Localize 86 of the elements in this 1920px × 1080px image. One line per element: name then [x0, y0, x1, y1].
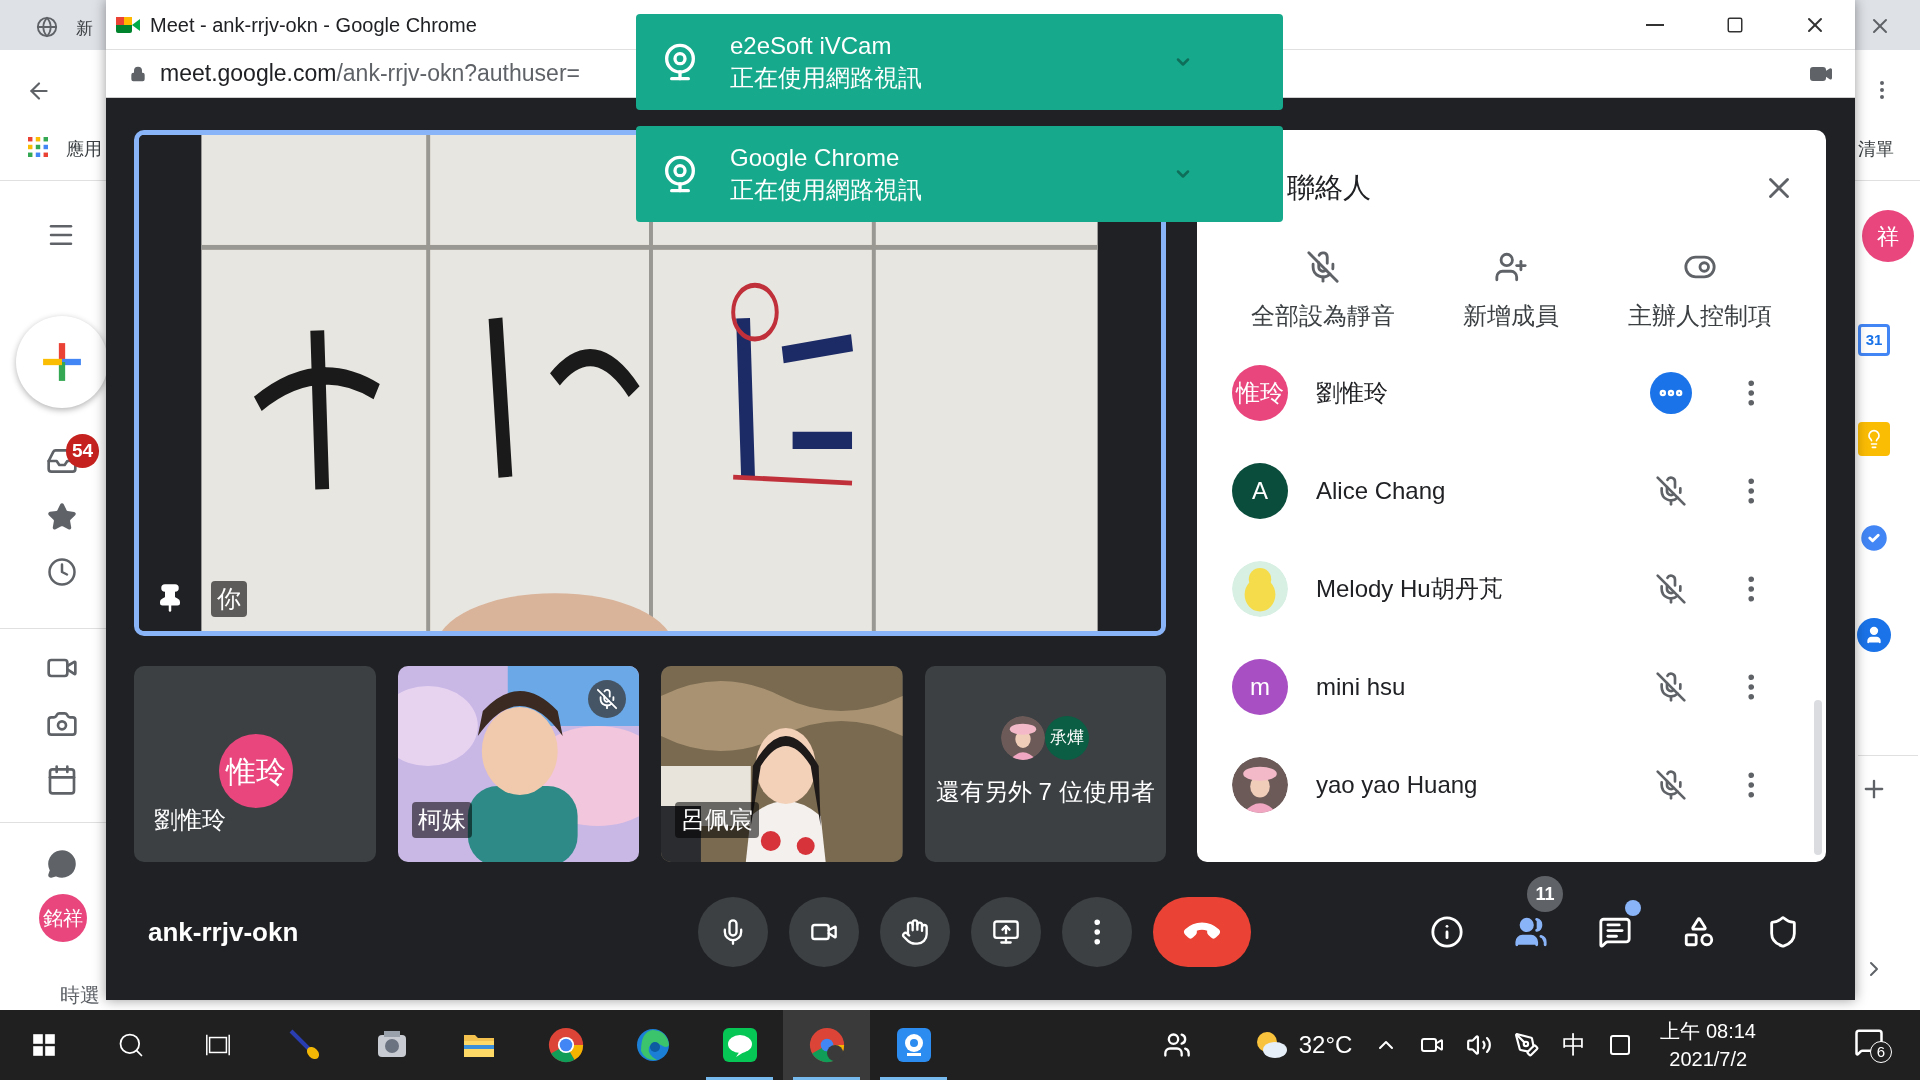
more-options-icon[interactable]	[1747, 674, 1755, 700]
people-icon[interactable]	[1162, 1031, 1191, 1059]
more-options-icon[interactable]	[1747, 380, 1755, 406]
participant-name: 柯妹	[411, 802, 472, 838]
apps-grid-icon[interactable]	[28, 137, 48, 157]
date: 2021/7/2	[1669, 1047, 1748, 1072]
minimize-icon	[1646, 23, 1664, 26]
participant-row[interactable]: m mini hsu	[1197, 638, 1826, 736]
input-method[interactable]: 中	[1562, 1027, 1587, 1063]
meet-logo-icon	[116, 14, 140, 35]
add-person-icon	[1494, 250, 1529, 284]
panel-action-button[interactable]: 全部設為靜音	[1243, 244, 1404, 340]
calendar-icon[interactable]: 31	[1858, 324, 1890, 356]
participant-tile[interactable]: 柯妹	[397, 666, 639, 862]
notification-title: e2eSoft iVCam	[730, 31, 893, 61]
compose-button[interactable]	[16, 316, 108, 408]
avatar: m	[1232, 659, 1288, 715]
pen-icon[interactable]	[1514, 1032, 1541, 1058]
time: 上午 08:14	[1660, 1019, 1756, 1044]
more-options-icon[interactable]	[1747, 772, 1755, 798]
chat-bubble-icon[interactable]	[47, 849, 77, 879]
participant-name: Melody Hu胡丹芃	[1316, 574, 1503, 604]
globe-icon	[36, 16, 58, 38]
clock-icon[interactable]	[47, 557, 77, 587]
avatar: 承燁	[1045, 716, 1090, 760]
participant-tile[interactable]: 承燁 還有另外 7 位使用者	[924, 666, 1166, 862]
notification-count: 6	[1870, 1041, 1892, 1063]
panel-action-button[interactable]: 主辦人控制項	[1619, 244, 1780, 340]
participant-row[interactable]: 惟玲 劉惟玲	[1197, 344, 1826, 442]
participant-name: mini hsu	[1316, 672, 1406, 702]
chat-app-icon[interactable]	[721, 1027, 758, 1063]
calendar-icon[interactable]	[46, 764, 78, 796]
panel-action-button[interactable]: 新增成員	[1455, 244, 1568, 340]
address-field[interactable]: meet.google.com/ank-rrjv-okn?authuser=	[160, 56, 580, 91]
window-title: Meet - ank-rrjv-okn - Google Chrome	[150, 12, 477, 38]
browser-icon[interactable]	[547, 1027, 584, 1063]
meeting-code: ank-rrjv-okn	[148, 916, 299, 947]
avatar: A	[1232, 463, 1288, 519]
user-avatar[interactable]: 銘祥	[39, 894, 87, 942]
participant-name: 劉惟玲	[153, 805, 227, 835]
participant-tile[interactable]: 惟玲 劉惟玲	[134, 666, 376, 862]
more-options-icon[interactable]	[1747, 478, 1755, 504]
scrollbar[interactable]	[1814, 700, 1822, 855]
more-icon	[1093, 919, 1101, 945]
temperature[interactable]: 32°C	[1298, 1027, 1353, 1063]
chat-icon	[1598, 915, 1632, 949]
star-icon[interactable]	[47, 502, 77, 532]
shapes-icon	[1682, 915, 1716, 949]
notification-message: 正在使用網路視訊	[730, 175, 922, 205]
participant-row[interactable]: yao yao Huang	[1197, 736, 1826, 834]
panel-title: 聯絡人	[1287, 171, 1371, 205]
bookmark-link[interactable]: 應用	[66, 136, 102, 163]
notification-title: Google Chrome	[730, 143, 901, 173]
participant-row[interactable]: Melody Hu胡丹芃	[1197, 540, 1826, 638]
present-screen-icon	[992, 918, 1020, 946]
bookmark-link[interactable]: 清單	[1858, 136, 1894, 163]
info-icon	[1430, 915, 1464, 949]
volume-icon[interactable]	[1466, 1032, 1493, 1058]
clock[interactable]: 上午 08:14 2021/7/2	[1654, 1017, 1762, 1073]
participant-name: yao yao Huang	[1316, 770, 1478, 800]
mic-off-icon	[1306, 250, 1341, 284]
notification-message: 正在使用網路視訊	[730, 63, 922, 93]
count-badge: 11	[1527, 876, 1563, 912]
browser-icon[interactable]	[634, 1027, 671, 1063]
footer-text: 時選	[60, 983, 100, 1008]
participant-tile[interactable]: 呂佩宸	[661, 666, 903, 862]
webcam-app-icon[interactable]	[895, 1027, 932, 1063]
participant-name: 呂佩宸	[675, 802, 759, 838]
more-options-icon[interactable]	[1747, 576, 1755, 602]
participant-row[interactable]: A Alice Chang	[1197, 442, 1826, 540]
video-label: 你	[211, 581, 247, 617]
user-avatar[interactable]: 祥	[1862, 210, 1914, 262]
hand-icon	[901, 918, 929, 946]
maximize-icon	[1726, 15, 1744, 34]
tab-title[interactable]: 新	[76, 16, 93, 42]
contacts-icon[interactable]	[1857, 618, 1891, 652]
windows-logo-icon[interactable]	[31, 1033, 56, 1057]
more-participants-text: 還有另外 7 位使用者	[935, 777, 1155, 807]
participant-name: Alice Chang	[1316, 476, 1446, 506]
people-icon	[1514, 915, 1548, 949]
plus-icon	[41, 341, 83, 383]
unread-badge: 54	[66, 434, 100, 468]
participant-name: 劉惟玲	[1316, 378, 1388, 408]
lock-icon[interactable]	[130, 64, 146, 83]
avatar: 惟玲	[219, 734, 293, 808]
avatar: 惟玲	[1232, 365, 1288, 421]
